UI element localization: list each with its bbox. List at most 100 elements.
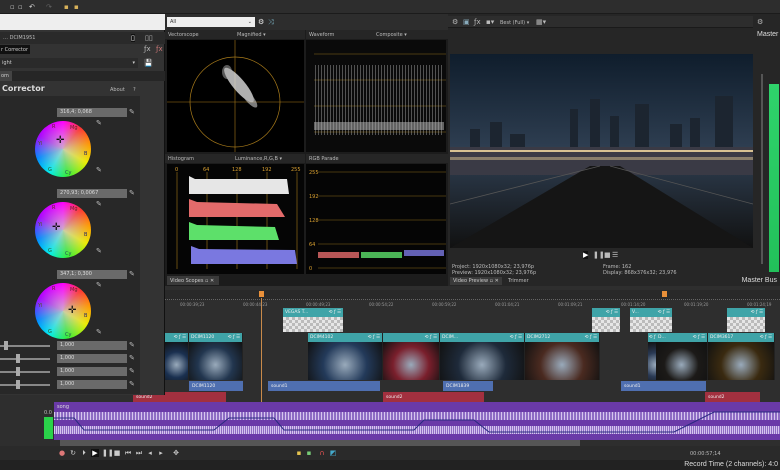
tab-color-corrector[interactable]: r Corrector <box>0 45 30 54</box>
next-frame-button[interactable]: ▸ <box>157 449 165 457</box>
auto-ripple-icon[interactable]: ◩ <box>329 449 337 457</box>
eyedropper-icon[interactable]: ✎ <box>96 328 102 336</box>
save-preset-icon[interactable]: 💾 <box>144 59 153 67</box>
video-clip[interactable]: DCIM... ⟲ ƒ ☰ <box>440 333 525 380</box>
update-scopes-icon[interactable]: ⤨ <box>268 18 274 26</box>
marker-icon[interactable] <box>662 291 667 297</box>
properties-icon[interactable]: ▪ <box>74 3 79 11</box>
audio-clip[interactable]: sound1 <box>621 381 706 391</box>
wheel-handle[interactable]: ✛ <box>56 135 64 146</box>
stop-button[interactable]: ■ <box>113 449 121 457</box>
video-clip[interactable]: ⟲ ƒ ☰ <box>165 333 189 380</box>
video-clip[interactable]: ⟲ ƒ ☰ <box>383 333 440 380</box>
eyedropper-icon[interactable]: ✎ <box>129 341 135 349</box>
slider-handle[interactable] <box>16 354 21 363</box>
color-wheel[interactable]: ✛ R Mg Yl B G Cy <box>35 283 91 339</box>
tab-custom[interactable]: om <box>0 71 12 81</box>
loop-button[interactable]: ↻ <box>69 449 77 457</box>
external-monitor-icon[interactable]: ▣ <box>463 18 470 26</box>
settings-icon[interactable]: ⚙ <box>258 18 264 26</box>
stop-button[interactable]: ■ <box>604 251 611 259</box>
layout-split-icon[interactable]: ▯▯ <box>145 34 153 42</box>
edit-tool-icon[interactable]: ✥ <box>172 449 180 457</box>
go-to-end-button[interactable]: ⏭ <box>135 449 143 457</box>
overlay-clip[interactable]: ⟲ ƒ ☰ <box>592 308 620 332</box>
audio-clip[interactable]: DCIM1839 <box>443 381 493 391</box>
wheel-handle[interactable]: ✛ <box>52 222 60 233</box>
play-button[interactable]: ▶ <box>91 449 99 457</box>
menu-icon[interactable]: ☰ <box>612 251 618 259</box>
fx-icon[interactable]: ƒx <box>144 45 151 53</box>
snapping-icon[interactable]: ∩ <box>318 449 326 457</box>
eyedropper-icon[interactable]: ✎ <box>96 247 102 255</box>
histogram-mode[interactable]: Luminance,R,G,B ▾ <box>235 156 282 162</box>
master-fader[interactable] <box>761 74 763 264</box>
fx-remove-icon[interactable]: ƒx <box>156 45 163 53</box>
wheel-value-field[interactable]: 270,93; 0,0067 <box>57 189 127 198</box>
render-icon[interactable]: ▪ <box>64 3 69 11</box>
eyedropper-icon[interactable]: ✎ <box>129 380 135 388</box>
overlay-clip[interactable]: ⟲ ƒ ☰ <box>727 308 765 332</box>
wheel-handle[interactable]: ✛ <box>68 305 76 316</box>
video-clip[interactable]: D... ⟲ ƒ ☰ <box>656 333 708 380</box>
video-clip[interactable]: DCIM3617 ⟲ ƒ ☰ <box>708 333 775 380</box>
help-link[interactable]: ? <box>133 87 136 93</box>
eyedropper-icon[interactable]: ✎ <box>129 270 135 278</box>
color-wheel[interactable]: ✛ R Mg Yl B G Cy <box>35 202 91 258</box>
split-screen-icon[interactable]: ▪▾ <box>486 18 494 26</box>
audio-clip[interactable]: sound2 <box>705 392 760 402</box>
record-button[interactable]: ● <box>58 449 66 457</box>
prev-frame-button[interactable]: ◂ <box>146 449 154 457</box>
slider-track[interactable] <box>0 371 50 373</box>
slider-handle[interactable] <box>4 341 9 350</box>
new-icon[interactable]: ▫ <box>10 3 15 11</box>
slider-value-field[interactable]: 1,000 <box>57 341 127 350</box>
audio-clip[interactable]: sound1 <box>268 381 380 391</box>
fx-icon[interactable]: ƒx <box>474 18 481 26</box>
slider-value-field[interactable]: 1,000 <box>57 354 127 363</box>
eyedropper-icon[interactable]: ✎ <box>96 119 102 127</box>
overlay-clip[interactable]: V... ⟲ ƒ ☰ <box>630 308 672 332</box>
eyedropper-icon[interactable]: ✎ <box>129 189 135 197</box>
slider-value-field[interactable]: 1,000 <box>57 380 127 389</box>
redo-icon[interactable]: ↷ <box>46 3 52 11</box>
waveform-mode[interactable]: Composite ▾ <box>376 32 407 38</box>
wheel-value-field[interactable]: 316,4; 0,068 <box>57 108 127 117</box>
undo-icon[interactable]: ↶ <box>29 3 35 11</box>
preview-settings-icon[interactable]: ⚙ <box>452 18 458 26</box>
marker-add-icon[interactable]: ▪ <box>295 449 303 457</box>
eyedropper-icon[interactable]: ✎ <box>96 200 102 208</box>
tab-video-scopes[interactable]: Video Scopes ▫ ✕ <box>167 276 219 285</box>
cursor-time[interactable]: 00:00:57;14 <box>690 451 721 457</box>
open-icon[interactable]: ▫ <box>18 3 23 11</box>
slider-track[interactable] <box>0 384 50 386</box>
play-button[interactable]: ▶ <box>583 251 589 259</box>
play-from-start-button[interactable]: ⏵ <box>80 449 88 457</box>
tab-trimmer[interactable]: Trimmer <box>508 278 529 284</box>
layout-single-icon[interactable]: ▯ <box>131 34 135 42</box>
preview-quality-dropdown[interactable]: Best (Full) ▾ <box>500 20 529 26</box>
tab-video-preview[interactable]: Video Preview ▫ ✕ <box>450 277 502 285</box>
master-settings-icon[interactable]: ⚙ <box>757 18 763 26</box>
eyedropper-icon[interactable]: ✎ <box>96 281 102 289</box>
color-wheel[interactable]: ✛ R Mg Yl B G Cy <box>35 121 91 177</box>
pause-button[interactable]: ❚❚ <box>102 449 114 457</box>
slider-track[interactable] <box>0 358 50 360</box>
wheel-value-field[interactable]: 347,1; 0,300 <box>57 270 127 279</box>
go-to-start-button[interactable]: ⏮ <box>124 449 132 457</box>
slider-value-field[interactable]: 1,000 <box>57 367 127 376</box>
eyedropper-icon[interactable]: ✎ <box>129 108 135 116</box>
eyedropper-icon[interactable]: ✎ <box>129 367 135 375</box>
overlays-icon[interactable]: ▦▾ <box>536 18 546 26</box>
region-add-icon[interactable]: ▪ <box>305 449 313 457</box>
marker-icon[interactable] <box>259 291 264 297</box>
video-clip[interactable]: DCIM2712 ⟲ ƒ ☰ <box>525 333 600 380</box>
vectorscope-mode[interactable]: Magnified ▾ <box>237 32 266 38</box>
about-link[interactable]: About <box>110 87 125 93</box>
preset-dropdown[interactable]: ight ▾ <box>0 58 138 68</box>
audio-clip[interactable]: sound2 <box>383 392 484 402</box>
video-clip[interactable]: DCIM1120 ⟲ ƒ ☰ <box>189 333 243 380</box>
pause-button[interactable]: ❚❚ <box>593 251 605 259</box>
video-clip[interactable]: DCIM4102 ⟲ ƒ ☰ <box>308 333 383 380</box>
slider-handle[interactable] <box>16 380 21 389</box>
